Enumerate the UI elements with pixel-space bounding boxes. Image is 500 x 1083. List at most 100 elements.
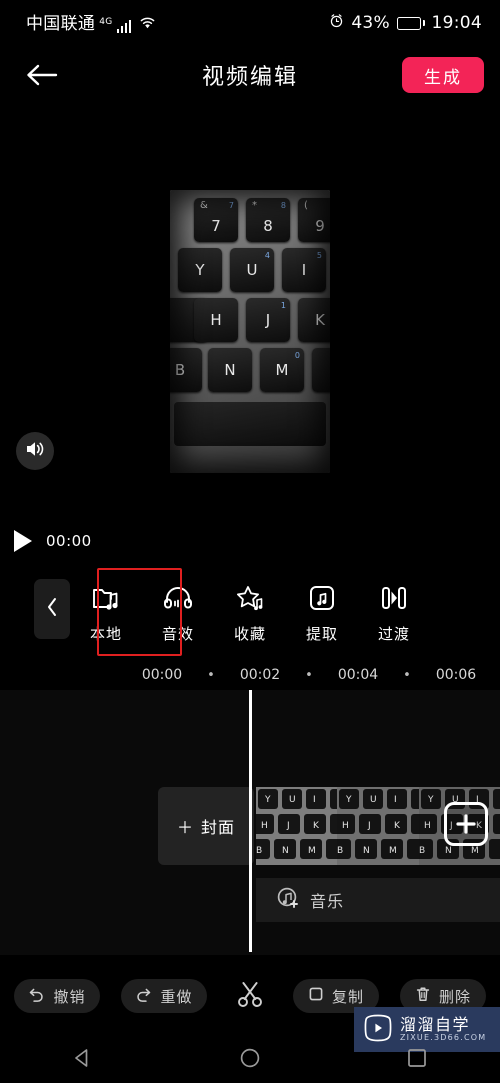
- status-bar-right: 43% 19:04: [329, 13, 482, 33]
- undo-button[interactable]: 撤销: [14, 979, 100, 1013]
- svg-text:U: U: [289, 795, 296, 805]
- android-nav-bar: [0, 1033, 500, 1083]
- ruler-dot: •: [403, 667, 411, 683]
- tool-extract[interactable]: 提取: [286, 575, 358, 644]
- svg-text:M: M: [389, 846, 397, 856]
- network-type-label: 4G: [99, 16, 113, 27]
- wifi-icon: [139, 14, 156, 33]
- tool-favorites-label: 收藏: [233, 625, 266, 643]
- extract-audio-icon: [308, 583, 336, 613]
- toolbar-items: 本地 音效 收藏 提取 过渡: [70, 575, 500, 644]
- svg-text:N: N: [282, 846, 289, 856]
- ruler-dot: •: [207, 667, 215, 683]
- phone-screen: 中国联通 4G 43% 19:04 视频编辑 生成 & 7 7 * 8 8 (…: [0, 0, 500, 1083]
- music-track[interactable]: 音乐: [256, 878, 500, 922]
- undo-icon: [28, 986, 45, 1006]
- svg-text:Y: Y: [345, 795, 352, 805]
- copy-icon: [308, 986, 324, 1006]
- cover-button[interactable]: ＋ 封面: [158, 787, 254, 865]
- svg-text:H: H: [342, 821, 349, 831]
- nav-back-triangle-icon[interactable]: [63, 1038, 103, 1078]
- timeline-area[interactable]: ＋ 封面 Y U I H J K B N M Y U I H J K B N M…: [0, 690, 500, 955]
- tool-local-label: 本地: [89, 625, 122, 643]
- svg-text:M: M: [471, 846, 479, 856]
- folder-music-icon: [91, 583, 121, 613]
- ruler-dot: •: [305, 667, 313, 683]
- svg-text:H: H: [261, 821, 268, 831]
- tool-favorites[interactable]: 收藏: [214, 575, 286, 644]
- svg-text:B: B: [419, 846, 425, 856]
- carrier-label: 中国联通: [26, 13, 96, 34]
- headphones-icon: [163, 583, 193, 613]
- ruler-tick: 00:06: [435, 667, 477, 683]
- svg-text:J: J: [367, 821, 371, 831]
- redo-icon: [135, 986, 152, 1006]
- cover-plus-label: ＋: [176, 818, 194, 837]
- star-music-icon: [235, 583, 265, 613]
- status-bar: 中国联通 4G 43% 19:04: [0, 0, 500, 46]
- alarm-clock-icon: [329, 13, 344, 33]
- status-bar-clock: 19:04: [431, 13, 482, 33]
- play-icon[interactable]: [14, 530, 32, 552]
- nav-home-circle-icon[interactable]: [230, 1038, 270, 1078]
- trash-icon: [415, 986, 431, 1007]
- video-preview-area[interactable]: & 7 7 * 8 8 (9 Y U4 I5 H J1 K B N M 0: [0, 104, 500, 524]
- status-bar-left: 中国联通 4G: [26, 14, 156, 33]
- svg-text:N: N: [363, 846, 370, 856]
- tool-local[interactable]: 本地: [70, 575, 142, 644]
- battery-percent-label: 43%: [351, 13, 390, 33]
- tool-extract-label: 提取: [305, 625, 338, 643]
- delete-label: 删除: [438, 987, 471, 1006]
- video-frame[interactable]: & 7 7 * 8 8 (9 Y U4 I5 H J1 K B N M 0: [170, 190, 330, 473]
- add-clip-button[interactable]: [444, 802, 488, 846]
- svg-text:M: M: [308, 846, 316, 856]
- transition-icon: [380, 583, 408, 613]
- svg-text:Y: Y: [264, 795, 271, 805]
- generate-button[interactable]: 生成: [402, 57, 484, 93]
- svg-text:J: J: [286, 821, 290, 831]
- ruler-tick: 00:00: [141, 667, 183, 683]
- chevron-left-icon: [46, 597, 58, 621]
- redo-button[interactable]: 重做: [121, 979, 207, 1013]
- signal-bars-icon: [116, 19, 132, 33]
- tool-transition-label: 过渡: [377, 625, 410, 643]
- tool-sound-effect[interactable]: 音效: [142, 575, 214, 644]
- keyboard-photo: & 7 7 * 8 8 (9 Y U4 I5 H J1 K B N M 0: [170, 190, 330, 473]
- cut-button[interactable]: [228, 976, 272, 1016]
- cover-button-label: 封面: [201, 818, 236, 837]
- add-music-icon[interactable]: [276, 886, 300, 914]
- back-arrow-icon[interactable]: [22, 56, 60, 94]
- collapse-toolbar-button[interactable]: [34, 579, 70, 639]
- copy-label: 复制: [331, 987, 364, 1006]
- audio-toolbar: 本地 音效 收藏 提取 过渡: [0, 575, 500, 665]
- clip-thumbnails[interactable]: YUI HJK BNM Y U I H J K B N M Y U I H J …: [256, 787, 500, 865]
- svg-text:N: N: [445, 846, 452, 856]
- current-time-label: 00:00: [46, 532, 92, 550]
- music-track-label: 音乐: [310, 892, 345, 911]
- undo-label: 撤销: [53, 987, 86, 1006]
- scissors-icon: [235, 979, 265, 1013]
- speaker-volume-icon: [24, 439, 46, 463]
- ruler-tick: 00:04: [337, 667, 379, 683]
- battery-icon: [397, 16, 425, 30]
- svg-text:B: B: [337, 846, 343, 856]
- svg-text:U: U: [370, 795, 377, 805]
- svg-text:I: I: [394, 795, 397, 805]
- app-header: 视频编辑 生成: [0, 46, 500, 104]
- clip-thumbnail[interactable]: YUI HJK BNM: [337, 787, 419, 865]
- svg-text:Y: Y: [427, 795, 434, 805]
- svg-text:H: H: [424, 821, 431, 831]
- nav-recents-square-icon[interactable]: [397, 1038, 437, 1078]
- ruler-tick: 00:02: [239, 667, 281, 683]
- svg-text:I: I: [313, 795, 316, 805]
- tool-sound-effect-label: 音效: [161, 625, 194, 643]
- player-controls: 00:00: [0, 530, 92, 552]
- clip-thumbnail[interactable]: YUI HJK BNM: [256, 787, 338, 865]
- svg-text:B: B: [256, 846, 262, 856]
- playhead-indicator[interactable]: [249, 690, 252, 952]
- tool-transition[interactable]: 过渡: [358, 575, 430, 644]
- volume-button[interactable]: [16, 432, 54, 470]
- timeline-ruler: 00:00 • 00:02 • 00:04 • 00:06: [0, 660, 500, 690]
- watermark-cn: 溜溜自学: [400, 1014, 471, 1034]
- redo-label: 重做: [160, 987, 193, 1006]
